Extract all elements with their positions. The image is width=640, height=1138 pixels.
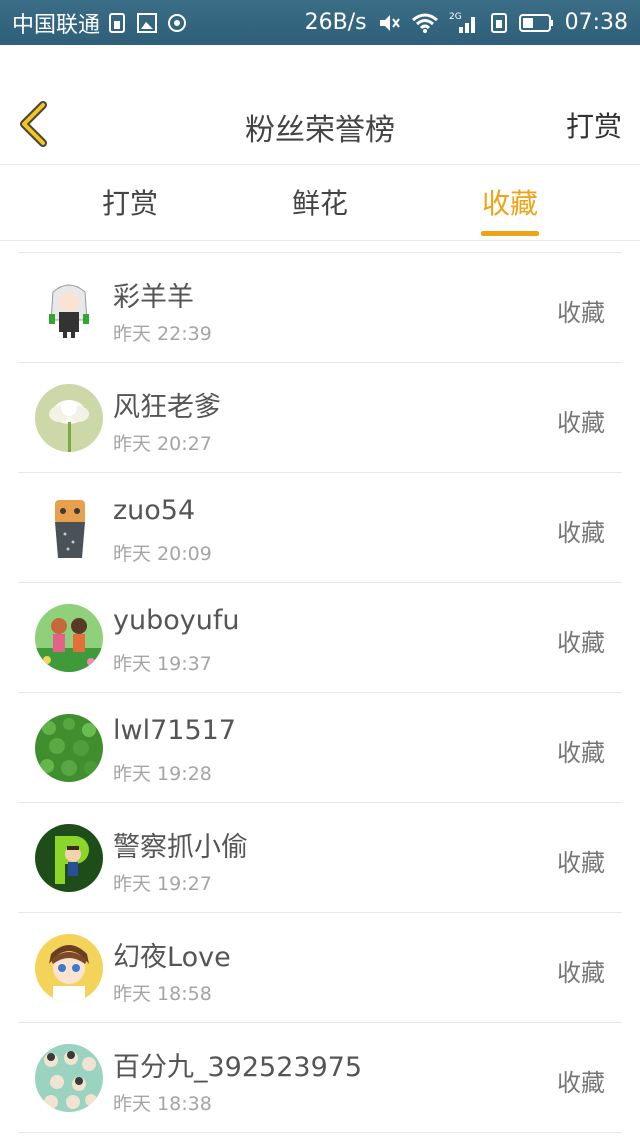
list-item[interactable]: lwl71517 昨天 19:28 收藏 [18, 693, 622, 803]
battery-icon [518, 12, 555, 34]
tab-bar: 打赏 鲜花 收藏 [0, 165, 640, 241]
list-item[interactable]: 警察抓小偷 昨天 19:27 收藏 [18, 803, 622, 913]
avatar [35, 934, 103, 1002]
notification-icon [166, 12, 188, 34]
clock-label: 07:38 [564, 10, 628, 35]
list-item[interactable]: 幻夜Love 昨天 18:58 收藏 [18, 913, 622, 1023]
fan-time: 昨天 19:37 [113, 653, 212, 675]
fan-action: 收藏 [557, 739, 605, 767]
fan-name: 风狂老爹 [113, 392, 221, 423]
fan-list: 彩羊羊 昨天 22:39 收藏 风狂老爹 昨天 20:27 收藏 zuo54 昨… [18, 252, 622, 1133]
fan-action: 收藏 [557, 959, 605, 987]
sim-icon [489, 12, 509, 34]
fan-name: 警察抓小偷 [113, 832, 248, 863]
list-item[interactable]: 百分九_392523975 昨天 18:38 收藏 [18, 1023, 622, 1133]
avatar [35, 714, 103, 782]
svg-text:2G: 2G [449, 12, 462, 22]
avatar [35, 384, 103, 452]
fan-action: 收藏 [557, 629, 605, 657]
avatar [35, 824, 103, 892]
fan-name: 百分九_392523975 [113, 1052, 363, 1083]
fan-action: 收藏 [557, 299, 605, 327]
tab-reward[interactable]: 打赏 [70, 165, 190, 241]
fan-name: zuo54 [113, 495, 196, 526]
fan-action: 收藏 [557, 519, 605, 547]
sim-warning-icon [108, 12, 128, 34]
fan-time: 昨天 19:28 [113, 763, 212, 785]
list-item[interactable]: yuboyufu 昨天 19:37 收藏 [18, 583, 622, 693]
fan-time: 昨天 22:39 [113, 323, 212, 345]
list-item[interactable]: 风狂老爹 昨天 20:27 收藏 [18, 363, 622, 473]
fan-time: 昨天 19:27 [113, 873, 212, 895]
tab-favorites[interactable]: 收藏 [450, 165, 570, 241]
status-bar: 中国联通 26B/s 2G 07:38 [0, 0, 640, 45]
fan-action: 收藏 [557, 409, 605, 437]
page-title: 粉丝荣誉榜 [245, 113, 395, 148]
image-icon [136, 12, 158, 34]
active-tab-indicator [481, 231, 539, 236]
fan-name: 彩羊羊 [113, 282, 194, 313]
header: 粉丝荣誉榜 打赏 [0, 45, 640, 165]
fan-action: 收藏 [557, 1069, 605, 1097]
fan-name: lwl71517 [113, 715, 236, 746]
avatar [35, 1044, 103, 1112]
fan-time: 昨天 20:09 [113, 543, 212, 565]
fan-time: 昨天 18:38 [113, 1093, 212, 1115]
mute-icon [377, 12, 401, 34]
net-speed-label: 26B/s [304, 10, 367, 35]
avatar [35, 274, 103, 342]
carrier-label: 中国联通 [12, 12, 101, 38]
fan-name: 幻夜Love [113, 942, 231, 973]
signal-icon: 2G [449, 11, 479, 35]
fan-time: 昨天 18:58 [113, 983, 212, 1005]
wifi-icon [411, 12, 439, 34]
fan-time: 昨天 20:27 [113, 433, 212, 455]
fan-name: yuboyufu [113, 605, 240, 636]
reward-button[interactable]: 打赏 [566, 105, 622, 145]
list-item[interactable]: 彩羊羊 昨天 22:39 收藏 [18, 253, 622, 363]
tab-flowers[interactable]: 鲜花 [260, 165, 380, 241]
avatar [35, 604, 103, 672]
fan-action: 收藏 [557, 849, 605, 877]
list-item[interactable]: zuo54 昨天 20:09 收藏 [18, 473, 622, 583]
avatar [35, 494, 103, 562]
